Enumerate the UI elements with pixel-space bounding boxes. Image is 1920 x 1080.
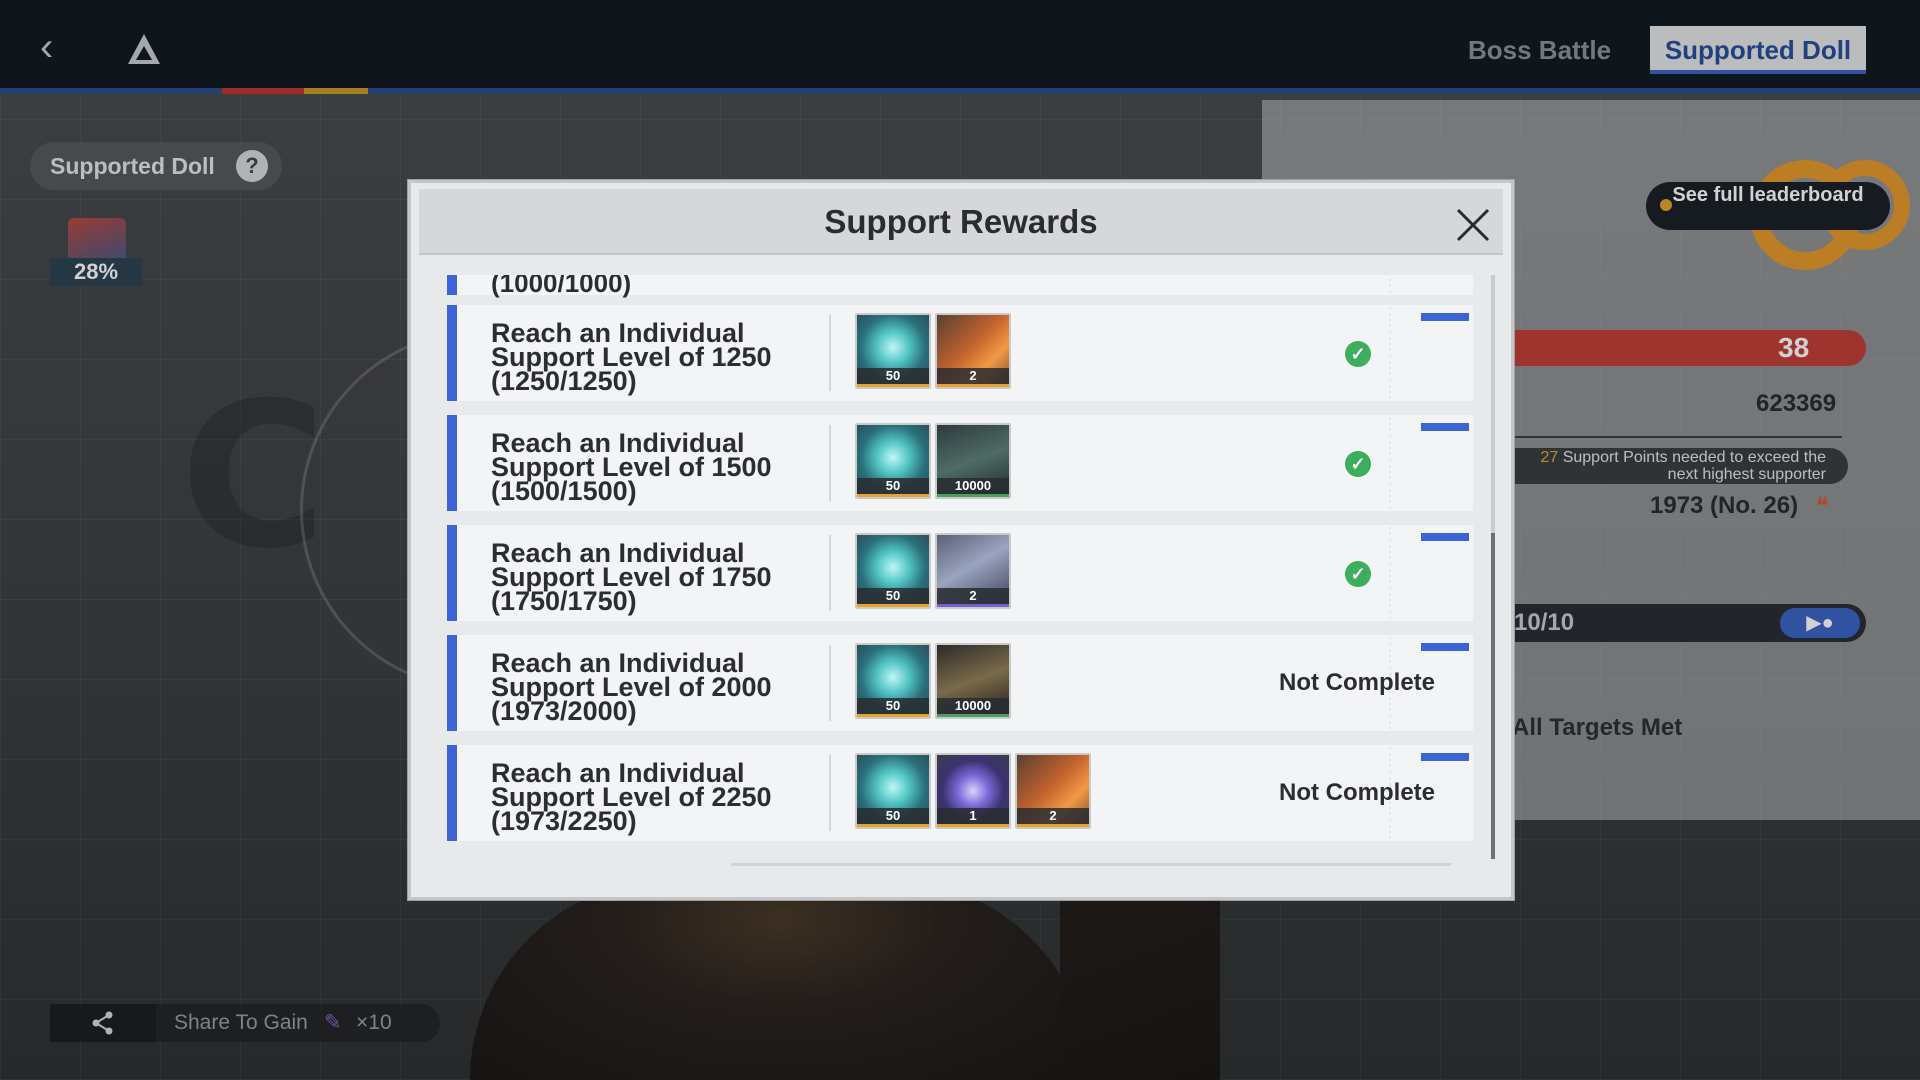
reward-row-title: Reach an Individual Support Level of 125… [491, 318, 772, 396]
modal-title: Support Rewards [824, 203, 1098, 240]
status-badge: Not Complete [1279, 779, 1435, 806]
reward-qty: 10000 [937, 478, 1009, 494]
divider [829, 315, 831, 391]
divider [829, 755, 831, 831]
data-card-icon[interactable]: 10000 [935, 423, 1011, 499]
reward-qty: 50 [857, 698, 929, 714]
reward-qty: 50 [857, 588, 929, 604]
row-tag [1421, 313, 1469, 321]
list-item: Reach an Individual Support Level of 200… [447, 635, 1473, 731]
book-icon[interactable]: 2 [935, 313, 1011, 389]
credit-card-icon[interactable]: 10000 [935, 643, 1011, 719]
gem-icon[interactable]: 50 [855, 533, 931, 609]
reward-qty: 10000 [937, 698, 1009, 714]
list-item: Reach an Individual Support Level of 125… [447, 305, 1473, 401]
row-tag [1421, 533, 1469, 541]
row-tag [1421, 423, 1469, 431]
scroll-thumb[interactable] [1491, 533, 1495, 859]
list-item: (1000/1000) [447, 275, 1473, 298]
divider [829, 645, 831, 721]
scrollbar[interactable] [1491, 275, 1495, 859]
checkmark-icon: ✓ [1345, 561, 1371, 587]
reward-qty: 1 [937, 808, 1009, 824]
reward-qty: 2 [1017, 808, 1089, 824]
row-tag [1421, 643, 1469, 651]
gem-icon[interactable]: 50 [855, 313, 931, 389]
rewards-list[interactable]: (1000/1000) Reach an Individual Support … [447, 275, 1473, 861]
status-badge: Not Complete [1279, 669, 1435, 696]
reward-qty: 2 [937, 368, 1009, 384]
support-rewards-modal: Support Rewards (1000/1000) Reach an Ind… [408, 180, 1514, 900]
reward-qty: 2 [937, 588, 1009, 604]
list-item: Reach an Individual Support Level of 225… [447, 745, 1473, 841]
list-item: Reach an Individual Support Level of 150… [447, 415, 1473, 511]
list-item: Reach an Individual Support Level of 175… [447, 525, 1473, 621]
modal-header: Support Rewards [419, 189, 1503, 255]
book-icon[interactable]: 2 [1015, 753, 1091, 829]
gem-icon[interactable]: 50 [855, 423, 931, 499]
close-icon[interactable] [1453, 205, 1493, 245]
reward-row-title: (1000/1000) [491, 275, 632, 298]
reward-row-title: Reach an Individual Support Level of 150… [491, 428, 772, 506]
reward-row-title: Reach an Individual Support Level of 200… [491, 648, 772, 726]
chip-icon[interactable]: 2 [935, 533, 1011, 609]
reward-qty: 50 [857, 368, 929, 384]
reward-qty: 50 [857, 478, 929, 494]
divider [829, 535, 831, 611]
reward-qty: 50 [857, 808, 929, 824]
row-tag [1421, 753, 1469, 761]
orb-icon[interactable]: 1 [935, 753, 1011, 829]
checkmark-icon: ✓ [1345, 451, 1371, 477]
gem-icon[interactable]: 50 [855, 643, 931, 719]
gem-icon[interactable]: 50 [855, 753, 931, 829]
reward-row-title: Reach an Individual Support Level of 175… [491, 538, 772, 616]
reward-row-title: Reach an Individual Support Level of 225… [491, 758, 772, 836]
divider [829, 425, 831, 501]
checkmark-icon: ✓ [1345, 341, 1371, 367]
divider [731, 863, 1451, 866]
